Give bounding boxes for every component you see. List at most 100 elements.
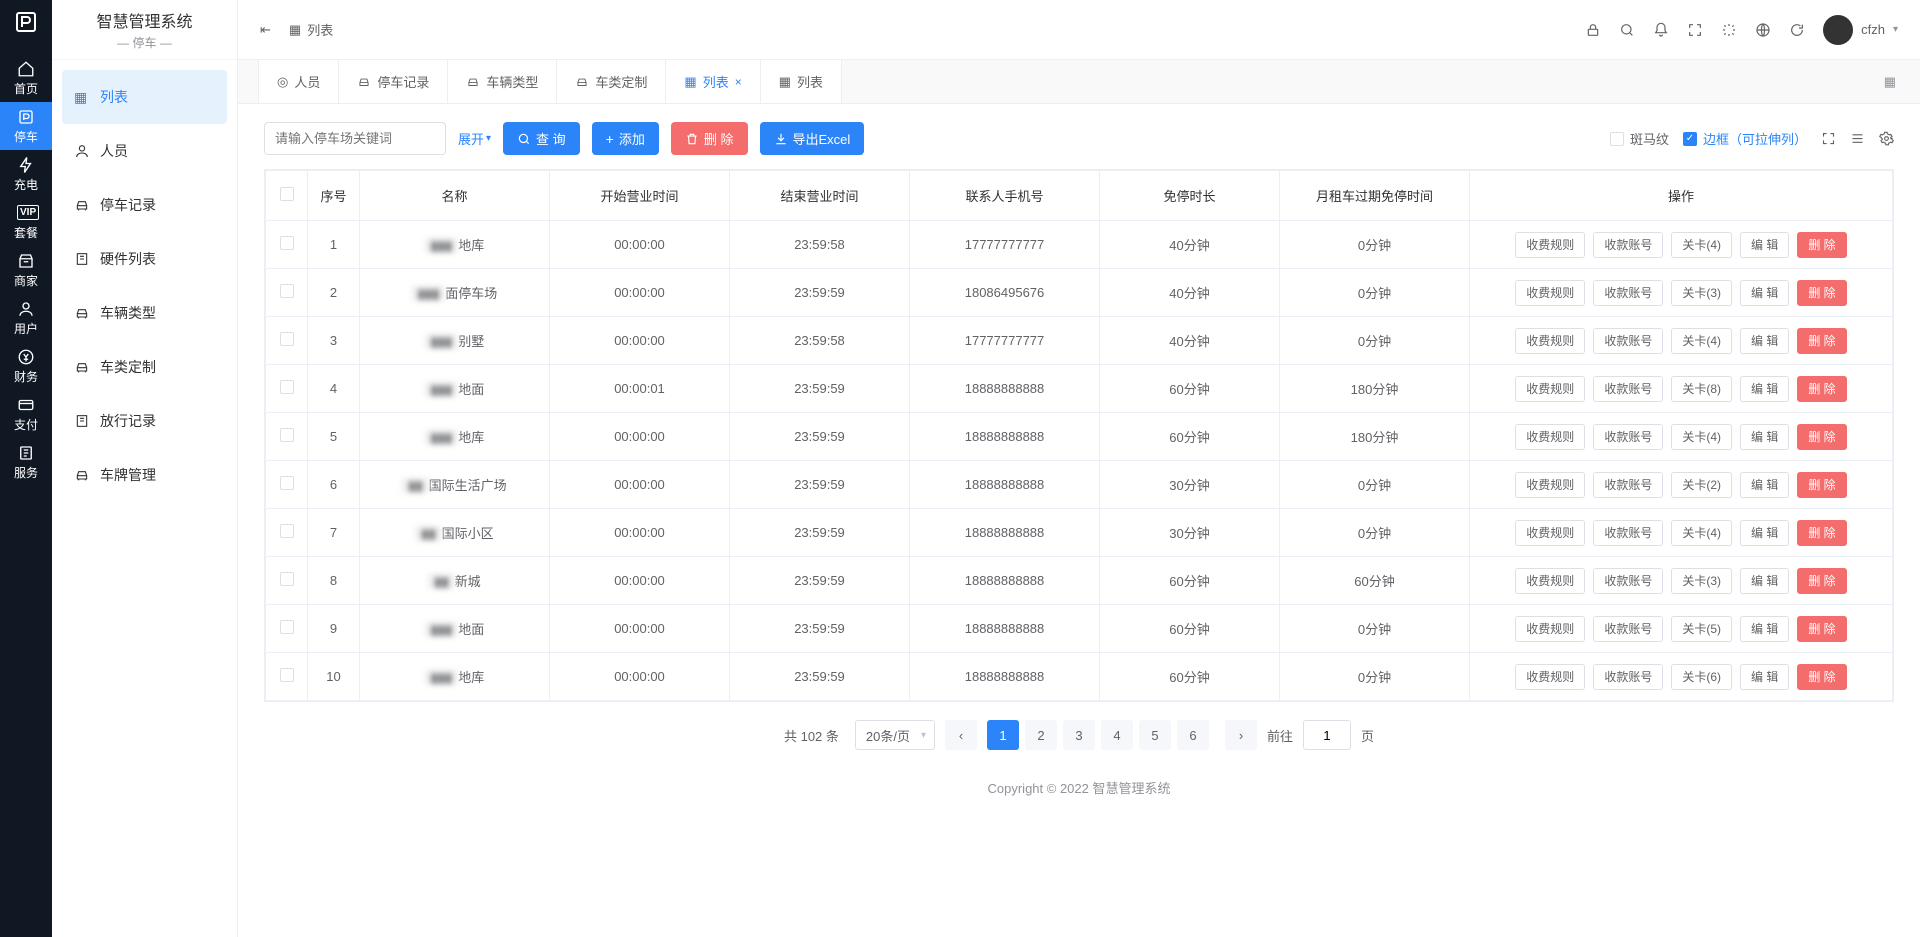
fee-rule-button[interactable]: 收费规则 [1515, 568, 1585, 594]
select-all-checkbox[interactable] [280, 187, 294, 201]
tab-2[interactable]: 车辆类型 [448, 60, 557, 103]
edit-button[interactable]: 编 辑 [1740, 520, 1789, 546]
row-checkbox[interactable] [280, 284, 294, 298]
refresh-icon[interactable] [1789, 22, 1805, 38]
page-2[interactable]: 2 [1025, 720, 1057, 750]
gear-icon[interactable] [1879, 131, 1894, 146]
row-delete-button[interactable]: 删 除 [1797, 280, 1846, 306]
fee-rule-button[interactable]: 收费规则 [1515, 472, 1585, 498]
export-button[interactable]: 导出Excel [760, 122, 865, 155]
account-button[interactable]: 收款账号 [1593, 328, 1663, 354]
account-button[interactable]: 收款账号 [1593, 664, 1663, 690]
row-delete-button[interactable]: 删 除 [1797, 664, 1846, 690]
density-icon[interactable] [1850, 131, 1865, 146]
fullscreen-table-icon[interactable] [1821, 131, 1836, 146]
row-delete-button[interactable]: 删 除 [1797, 376, 1846, 402]
row-delete-button[interactable]: 删 除 [1797, 568, 1846, 594]
gate-button[interactable]: 关卡(3) [1671, 568, 1732, 594]
tabs-grid-icon[interactable]: ▦ [1884, 60, 1900, 103]
edit-button[interactable]: 编 辑 [1740, 616, 1789, 642]
account-button[interactable]: 收款账号 [1593, 472, 1663, 498]
row-delete-button[interactable]: 删 除 [1797, 424, 1846, 450]
fee-rule-button[interactable]: 收费规则 [1515, 520, 1585, 546]
submenu-hardware[interactable]: 硬件列表 [52, 232, 237, 286]
close-icon[interactable]: × [735, 75, 742, 89]
submenu-list[interactable]: ▦列表 [62, 70, 227, 124]
nav-package[interactable]: VIP套餐 [0, 198, 52, 246]
account-button[interactable]: 收款账号 [1593, 280, 1663, 306]
edit-button[interactable]: 编 辑 [1740, 376, 1789, 402]
submenu-records[interactable]: 停车记录 [52, 178, 237, 232]
row-delete-button[interactable]: 删 除 [1797, 520, 1846, 546]
tab-1[interactable]: 停车记录 [339, 60, 448, 103]
fee-rule-button[interactable]: 收费规则 [1515, 664, 1585, 690]
nav-pay[interactable]: 支付 [0, 390, 52, 438]
th-free[interactable]: 免停时长 [1100, 171, 1280, 221]
account-button[interactable]: 收款账号 [1593, 520, 1663, 546]
nav-charge[interactable]: 充电 [0, 150, 52, 198]
language-icon[interactable] [1755, 22, 1771, 38]
th-name[interactable]: 名称 [360, 171, 550, 221]
row-delete-button[interactable]: 删 除 [1797, 472, 1846, 498]
account-button[interactable]: 收款账号 [1593, 232, 1663, 258]
page-4[interactable]: 4 [1101, 720, 1133, 750]
row-delete-button[interactable]: 删 除 [1797, 232, 1846, 258]
fee-rule-button[interactable]: 收费规则 [1515, 280, 1585, 306]
gate-button[interactable]: 关卡(3) [1671, 280, 1732, 306]
zebra-checkbox[interactable]: 斑马纹 [1610, 129, 1669, 148]
th-phone[interactable]: 联系人手机号 [910, 171, 1100, 221]
edit-button[interactable]: 编 辑 [1740, 568, 1789, 594]
page-size-select[interactable]: 20条/页 [855, 720, 935, 750]
row-checkbox[interactable] [280, 236, 294, 250]
delete-button[interactable]: 删 除 [671, 122, 748, 155]
row-checkbox[interactable] [280, 620, 294, 634]
page-1[interactable]: 1 [987, 720, 1019, 750]
expand-link[interactable]: 展开▾ [458, 129, 491, 148]
fee-rule-button[interactable]: 收费规则 [1515, 616, 1585, 642]
search-icon[interactable] [1619, 22, 1635, 38]
row-checkbox[interactable] [280, 668, 294, 682]
row-delete-button[interactable]: 删 除 [1797, 616, 1846, 642]
page-5[interactable]: 5 [1139, 720, 1171, 750]
search-button[interactable]: 查 询 [503, 122, 580, 155]
row-checkbox[interactable] [280, 572, 294, 586]
gate-button[interactable]: 关卡(4) [1671, 328, 1732, 354]
row-checkbox[interactable] [280, 476, 294, 490]
tab-5[interactable]: ▦列表 [761, 60, 842, 103]
fee-rule-button[interactable]: 收费规则 [1515, 424, 1585, 450]
row-checkbox[interactable] [280, 332, 294, 346]
page-prev[interactable]: ‹ [945, 720, 977, 750]
submenu-plate[interactable]: 车牌管理 [52, 448, 237, 502]
edit-button[interactable]: 编 辑 [1740, 232, 1789, 258]
nav-home[interactable]: 首页 [0, 54, 52, 102]
edit-button[interactable]: 编 辑 [1740, 664, 1789, 690]
submenu-vehtype[interactable]: 车辆类型 [52, 286, 237, 340]
account-button[interactable]: 收款账号 [1593, 568, 1663, 594]
gate-button[interactable]: 关卡(5) [1671, 616, 1732, 642]
submenu-vehcust[interactable]: 车类定制 [52, 340, 237, 394]
user-menu[interactable]: cfzh ▾ [1823, 15, 1898, 45]
collapse-icon[interactable]: ⇤ [260, 22, 271, 38]
gate-button[interactable]: 关卡(6) [1671, 664, 1732, 690]
fee-rule-button[interactable]: 收费规则 [1515, 232, 1585, 258]
tab-4[interactable]: ▦列表× [666, 60, 760, 103]
border-checkbox[interactable]: 边框（可拉伸列） [1683, 129, 1807, 148]
th-end[interactable]: 结束营业时间 [730, 171, 910, 221]
page-3[interactable]: 3 [1063, 720, 1095, 750]
row-checkbox[interactable] [280, 524, 294, 538]
gate-button[interactable]: 关卡(4) [1671, 424, 1732, 450]
nav-parking[interactable]: 停车 [0, 102, 52, 150]
edit-button[interactable]: 编 辑 [1740, 472, 1789, 498]
account-button[interactable]: 收款账号 [1593, 376, 1663, 402]
row-checkbox[interactable] [280, 380, 294, 394]
page-6[interactable]: 6 [1177, 720, 1209, 750]
page-jump-input[interactable] [1303, 720, 1351, 750]
gate-button[interactable]: 关卡(4) [1671, 232, 1732, 258]
row-delete-button[interactable]: 删 除 [1797, 328, 1846, 354]
account-button[interactable]: 收款账号 [1593, 424, 1663, 450]
row-checkbox[interactable] [280, 428, 294, 442]
th-month[interactable]: 月租车过期免停时间 [1280, 171, 1470, 221]
edit-button[interactable]: 编 辑 [1740, 424, 1789, 450]
lock-icon[interactable] [1585, 22, 1601, 38]
th-start[interactable]: 开始营业时间 [550, 171, 730, 221]
